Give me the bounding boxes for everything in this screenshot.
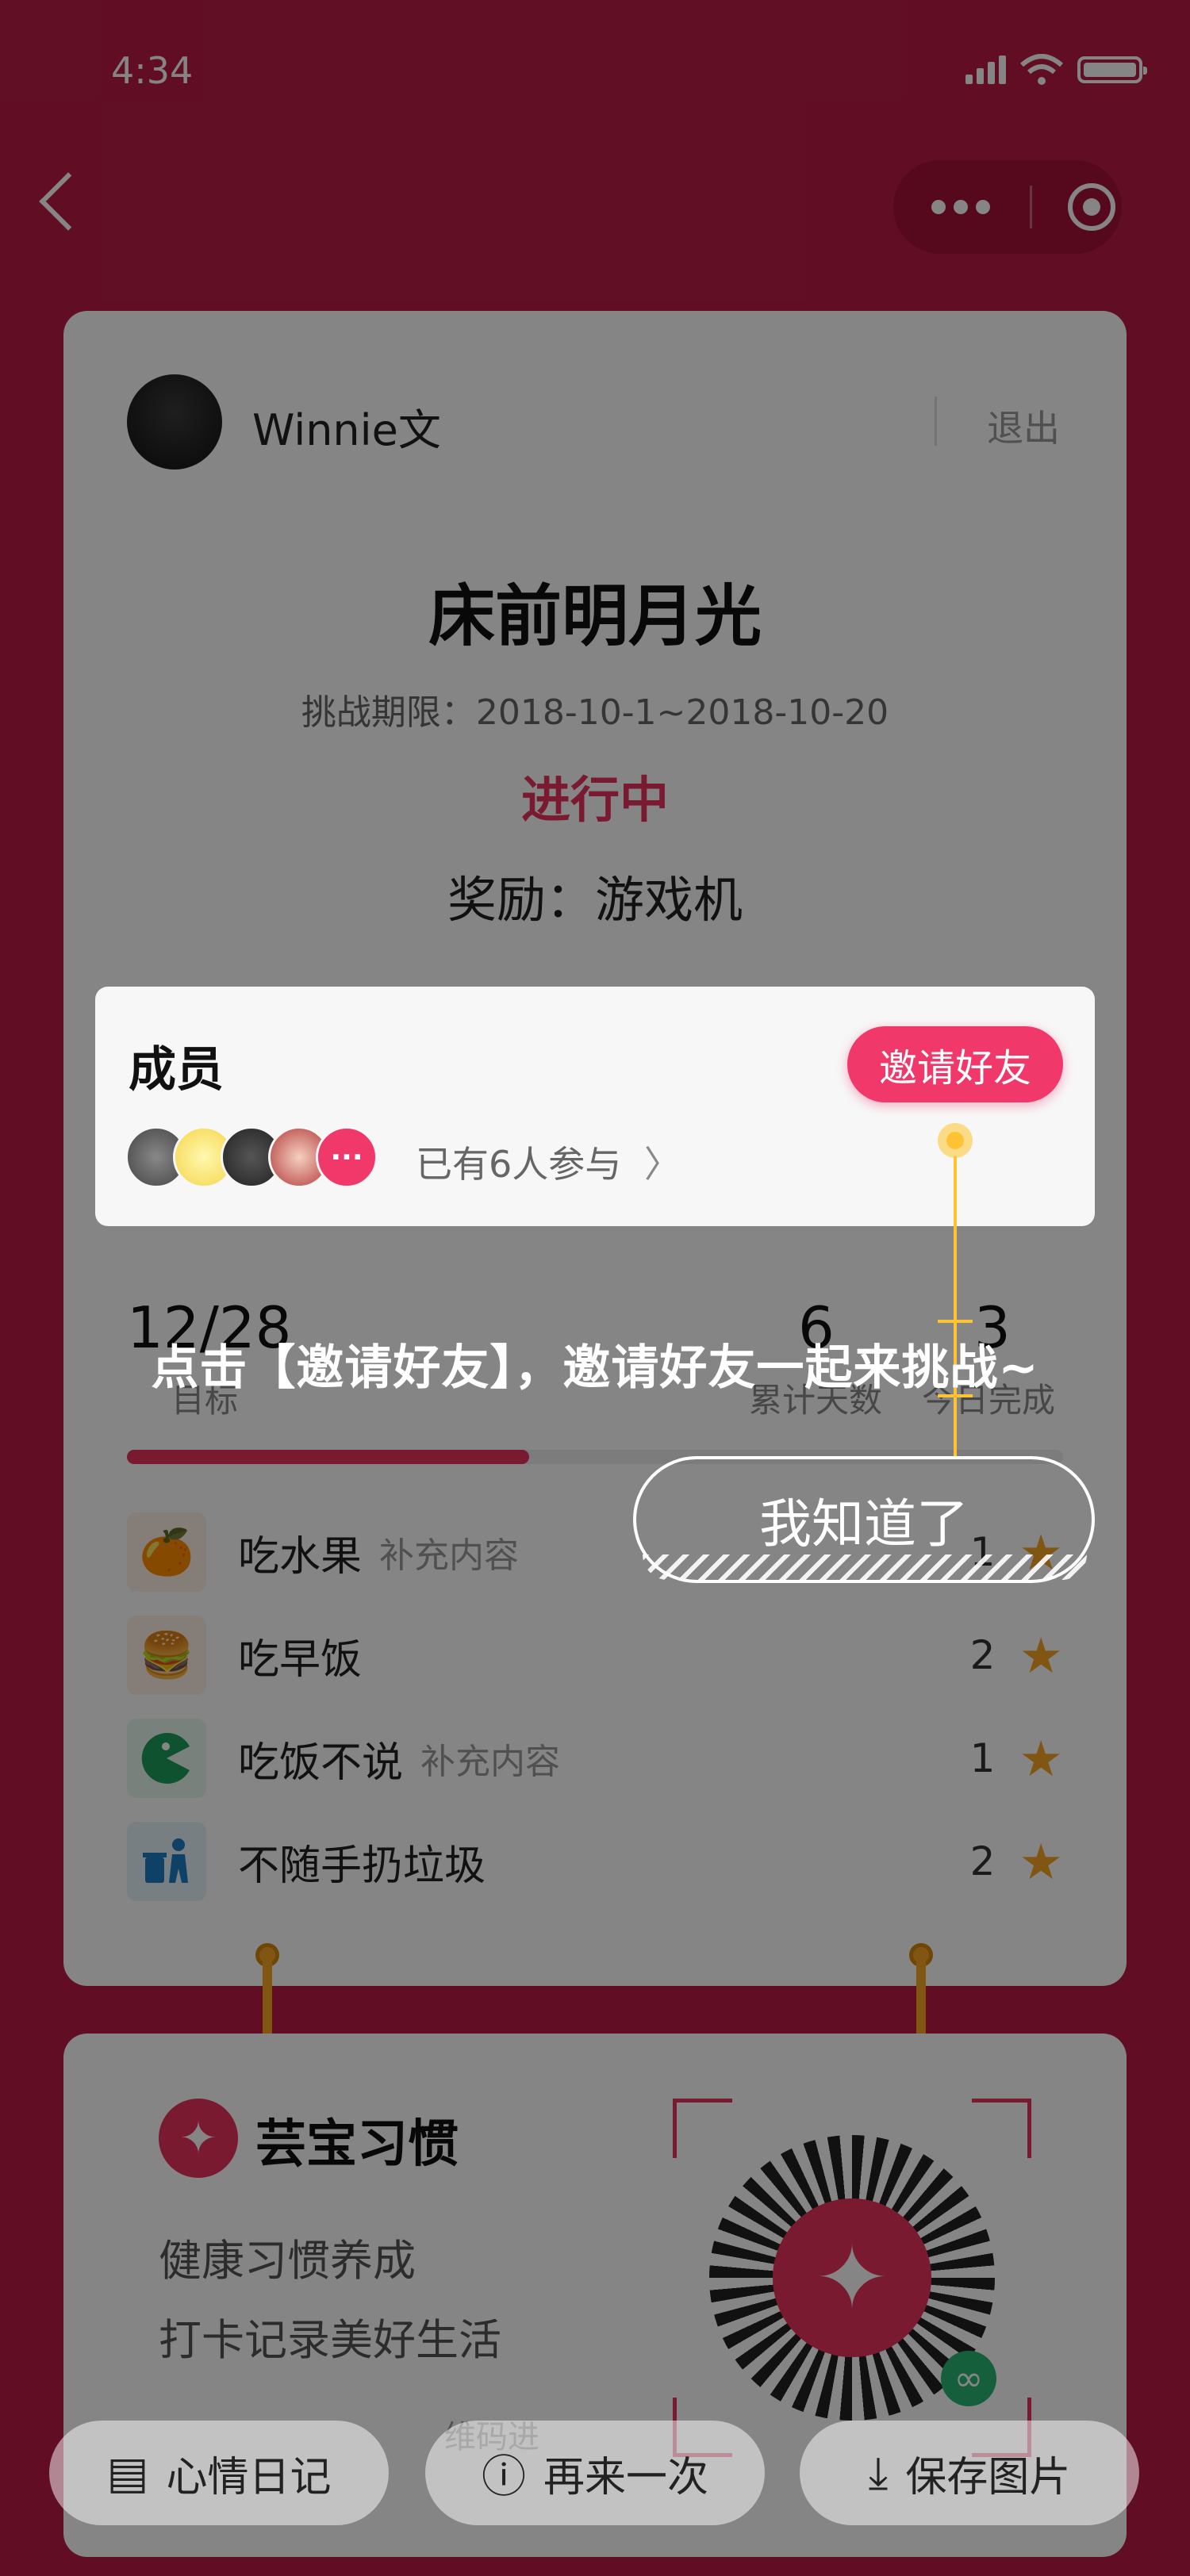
retry-button[interactable]: ⓘ 再来一次 (425, 2421, 765, 2525)
calendar-icon: ▤ (106, 2448, 149, 2497)
more-members-icon[interactable]: ··· (316, 1126, 378, 1188)
guide-tip: 点击【邀请好友】，邀请好友一起来挑战~ (151, 1340, 1039, 1396)
retry-icon: ⓘ (481, 2451, 526, 2501)
save-image-label: 保存图片 (905, 2454, 1071, 2501)
guide-overlay[interactable] (0, 0, 1190, 2576)
mood-diary-button[interactable]: ▤ 心情日记 (49, 2421, 389, 2525)
guide-pin-icon (938, 1123, 973, 1158)
retry-label: 再来一次 (543, 2454, 708, 2501)
mood-diary-label: 心情日记 (166, 2454, 332, 2501)
members-panel (95, 987, 1095, 1226)
invite-friends-button[interactable]: 邀请好友 (847, 1026, 1063, 1102)
members-count: 已有6人参与 (416, 1143, 622, 1186)
chevron-right-icon: 〉 (643, 1143, 681, 1186)
button-shadow (643, 1554, 1087, 1580)
guide-line (954, 1156, 957, 1458)
download-icon: ⤓ (868, 2447, 889, 2497)
save-image-button[interactable]: ⤓ 保存图片 (800, 2421, 1139, 2525)
members-title: 成员 (129, 1042, 224, 1098)
members-count-link[interactable]: 已有6人参与 〉 (416, 1136, 681, 1188)
guide-tick (938, 1320, 973, 1323)
